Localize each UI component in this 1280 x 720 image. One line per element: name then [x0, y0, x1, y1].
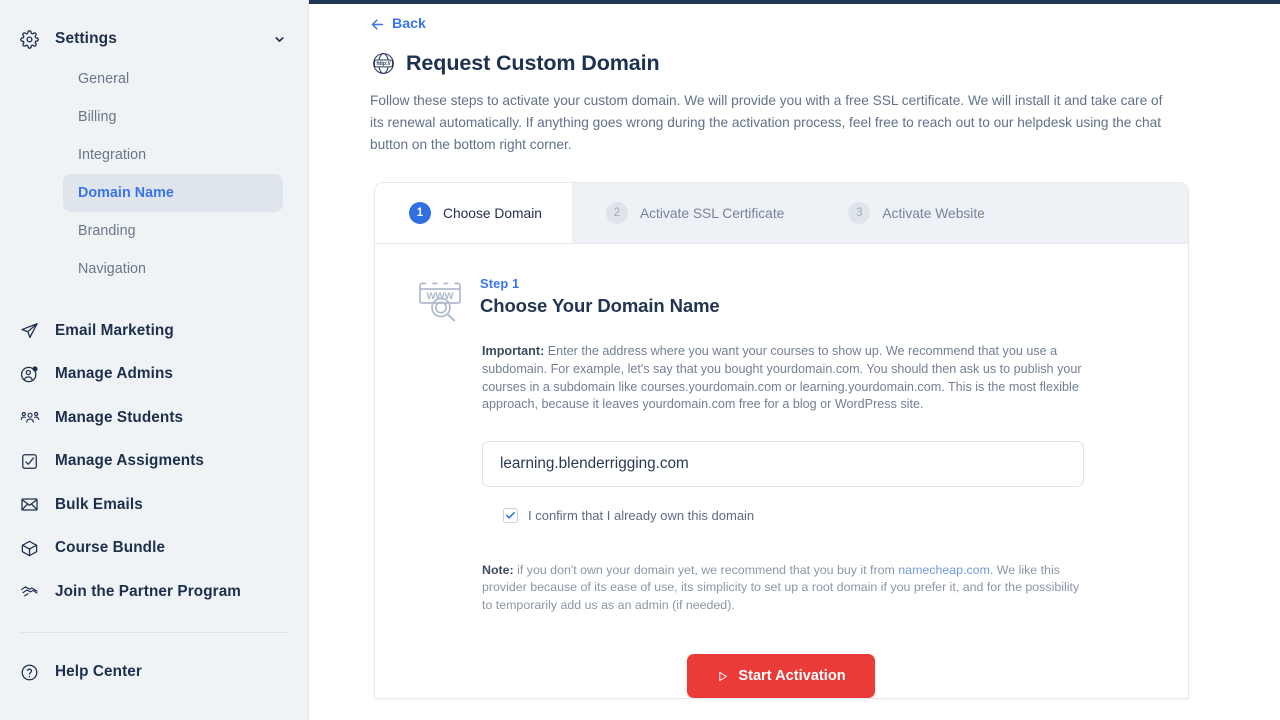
chevron-down-icon[interactable]	[273, 33, 286, 46]
important-body: Enter the address where you want your co…	[482, 344, 1082, 411]
paper-plane-icon	[20, 321, 46, 340]
back-label: Back	[392, 16, 426, 32]
page-title-row: http:// Request Custom Domain	[370, 50, 1224, 77]
http-globe-icon: http://	[370, 50, 397, 77]
sidebar-item-billing[interactable]: Billing	[63, 98, 283, 136]
sidebar-spacer	[0, 288, 308, 309]
sidebar-item-label: Navigation	[78, 261, 146, 277]
sidebar: Settings General Billing Integration Dom…	[0, 0, 309, 720]
step-number-badge: 1	[409, 202, 431, 224]
tab-activate-website[interactable]: 3 Activate Website	[814, 183, 1015, 243]
back-button[interactable]: Back	[370, 16, 426, 32]
main-content: Back http:// Request Custom Domain Follo…	[309, 0, 1280, 720]
top-accent-bar	[309, 0, 1280, 4]
www-search-icon: www	[414, 278, 467, 329]
tab-activate-ssl-certificate[interactable]: 2 Activate SSL Certificate	[572, 183, 814, 243]
step-eyebrow: Step 1	[480, 276, 720, 291]
user-gear-icon	[20, 365, 46, 384]
sidebar-settings-label: Settings	[46, 30, 273, 48]
sidebar-item-help-center[interactable]: Help Center	[0, 651, 308, 695]
domain-wizard-card: 1 Choose Domain 2 Activate SSL Certifica…	[374, 182, 1189, 699]
sidebar-item-course-bundle[interactable]: Course Bundle	[0, 527, 308, 571]
sidebar-item-label: Manage Students	[46, 409, 183, 427]
important-paragraph: Important: Enter the address where you w…	[482, 343, 1094, 413]
sidebar-item-manage-students[interactable]: Manage Students	[0, 396, 308, 440]
step-header-text: Step 1 Choose Your Domain Name	[480, 276, 720, 317]
page-description: Follow these steps to activate your cust…	[370, 90, 1170, 157]
tab-label: Choose Domain	[443, 206, 542, 221]
sidebar-item-branding[interactable]: Branding	[63, 212, 283, 250]
sidebar-item-partner-program[interactable]: Join the Partner Program	[0, 570, 308, 614]
note-paragraph: Note: if you don't own your domain yet, …	[482, 562, 1080, 615]
sidebar-item-label: Bulk Emails	[46, 496, 143, 514]
sidebar-item-label: Email Marketing	[46, 322, 174, 340]
sidebar-item-label: Billing	[78, 109, 117, 125]
sidebar-item-manage-assigments[interactable]: Manage Assigments	[0, 440, 308, 484]
wizard-steps-bar: 1 Choose Domain 2 Activate SSL Certifica…	[375, 183, 1188, 244]
svg-text:www: www	[426, 290, 454, 302]
note-label: Note:	[482, 563, 514, 577]
step-header: www Step 1 Choose Your Domain Name	[414, 276, 1148, 329]
step-title: Choose Your Domain Name	[480, 295, 720, 317]
note-before-text: if you don't own your domain yet, we rec…	[514, 563, 899, 577]
question-circle-icon	[20, 663, 46, 682]
sidebar-item-general[interactable]: General	[63, 60, 283, 98]
confirm-ownership-label[interactable]: I confirm that I already own this domain	[528, 508, 754, 523]
start-activation-button[interactable]: Start Activation	[687, 654, 874, 698]
sidebar-item-label: Course Bundle	[46, 539, 165, 557]
tab-label: Activate SSL Certificate	[640, 206, 784, 221]
box-icon	[20, 539, 46, 558]
confirm-ownership-row[interactable]: I confirm that I already own this domain	[503, 508, 1148, 523]
sidebar-item-label: Integration	[78, 147, 146, 163]
sidebar-divider	[20, 632, 288, 633]
sidebar-item-manage-admins[interactable]: Manage Admins	[0, 353, 308, 397]
domain-input[interactable]	[482, 441, 1084, 487]
sidebar-item-navigation[interactable]: Navigation	[63, 250, 283, 288]
app-root: Settings General Billing Integration Dom…	[0, 0, 1280, 720]
envelope-icon	[20, 495, 46, 514]
handshake-icon	[20, 582, 46, 601]
tab-label: Activate Website	[882, 206, 985, 221]
tab-choose-domain[interactable]: 1 Choose Domain	[375, 183, 572, 243]
gear-icon	[20, 30, 46, 49]
important-label: Important:	[482, 344, 544, 358]
namecheap-link[interactable]: namecheap.com	[898, 563, 990, 577]
sidebar-item-email-marketing[interactable]: Email Marketing	[0, 309, 308, 353]
page-title: Request Custom Domain	[406, 51, 660, 76]
arrow-left-icon	[370, 17, 385, 32]
start-activation-label: Start Activation	[738, 668, 845, 684]
confirm-ownership-checkbox[interactable]	[503, 508, 518, 523]
wizard-step-panel: www Step 1 Choose Your Domain Name Impor…	[375, 244, 1188, 698]
sidebar-item-integration[interactable]: Integration	[63, 136, 283, 174]
sidebar-item-bulk-emails[interactable]: Bulk Emails	[0, 483, 308, 527]
submit-row: Start Activation	[414, 614, 1148, 698]
sidebar-item-domain-name[interactable]: Domain Name	[63, 174, 283, 212]
sidebar-item-label: Domain Name	[78, 185, 174, 201]
step-number-badge: 2	[606, 202, 628, 224]
sidebar-item-label: Help Center	[46, 663, 142, 681]
users-icon	[20, 408, 46, 427]
svg-text:http://: http://	[376, 61, 391, 67]
step-number-badge: 3	[848, 202, 870, 224]
play-icon	[716, 670, 729, 683]
checkbox-icon	[20, 452, 46, 471]
sidebar-item-label: Manage Assigments	[46, 452, 204, 470]
sidebar-item-label: Manage Admins	[46, 365, 173, 383]
sidebar-item-label: General	[78, 71, 129, 87]
sidebar-item-label: Join the Partner Program	[46, 583, 241, 601]
sidebar-item-settings[interactable]: Settings	[0, 22, 308, 56]
sidebar-item-label: Branding	[78, 223, 136, 239]
